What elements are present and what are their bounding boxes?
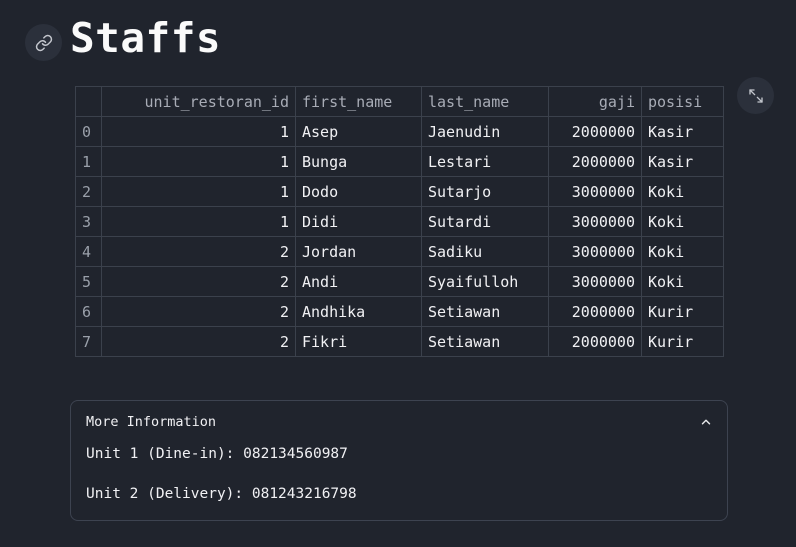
first-name-cell[interactable]: Andi	[295, 266, 422, 297]
posisi-cell[interactable]: Koki	[641, 206, 724, 237]
table-row: 2 1 Dodo Sutarjo 3000000 Koki	[75, 176, 724, 207]
gaji-cell[interactable]: 3000000	[548, 266, 642, 297]
last-name-cell[interactable]: Sutardi	[421, 206, 549, 237]
table-row: 6 2 Andhika Setiawan 2000000 Kurir	[75, 296, 724, 327]
expander-label: More Information	[86, 414, 217, 430]
more-information-expander: More Information Unit 1 (Dine-in): 08213…	[70, 400, 728, 521]
first-name-cell[interactable]: Bunga	[295, 146, 422, 177]
unit-restoran-id-cell[interactable]: 2	[101, 266, 296, 297]
last-name-cell[interactable]: Syaifulloh	[421, 266, 549, 297]
posisi-cell[interactable]: Koki	[641, 236, 724, 267]
first-name-cell[interactable]: Asep	[295, 116, 422, 147]
unit-restoran-id-cell[interactable]: 1	[101, 206, 296, 237]
table-row: 1 1 Bunga Lestari 2000000 Kasir	[75, 146, 724, 177]
posisi-cell[interactable]: Kasir	[641, 146, 724, 177]
gaji-cell[interactable]: 2000000	[548, 116, 642, 147]
expander-header[interactable]: More Information	[71, 401, 727, 445]
first-name-cell[interactable]: Didi	[295, 206, 422, 237]
column-header-gaji[interactable]: gaji	[548, 86, 642, 117]
table-row: 7 2 Fikri Setiawan 2000000 Kurir	[75, 326, 724, 357]
gaji-cell[interactable]: 2000000	[548, 146, 642, 177]
posisi-cell[interactable]: Kurir	[641, 326, 724, 357]
row-index-cell[interactable]: 5	[75, 266, 102, 297]
column-header-index[interactable]	[75, 86, 102, 117]
unit-restoran-id-cell[interactable]: 2	[101, 326, 296, 357]
column-header-unit-restoran-id[interactable]: unit_restoran_id	[101, 86, 296, 117]
row-index-cell[interactable]: 6	[75, 296, 102, 327]
fullscreen-button[interactable]	[737, 77, 774, 114]
first-name-cell[interactable]: Fikri	[295, 326, 422, 357]
posisi-cell[interactable]: Kasir	[641, 116, 724, 147]
header-anchor-link[interactable]	[25, 24, 62, 61]
staffs-table[interactable]: unit_restoran_id first_name last_name ga…	[75, 86, 724, 357]
last-name-cell[interactable]: Jaenudin	[421, 116, 549, 147]
table-row: 0 1 Asep Jaenudin 2000000 Kasir	[75, 116, 724, 147]
unit-restoran-id-cell[interactable]: 1	[101, 176, 296, 207]
row-index-cell[interactable]: 2	[75, 176, 102, 207]
column-header-posisi[interactable]: posisi	[641, 86, 724, 117]
table-header-row: unit_restoran_id first_name last_name ga…	[75, 86, 724, 117]
last-name-cell[interactable]: Setiawan	[421, 326, 549, 357]
gaji-cell[interactable]: 2000000	[548, 296, 642, 327]
chevron-up-icon	[701, 419, 711, 425]
first-name-cell[interactable]: Andhika	[295, 296, 422, 327]
unit-1-contact-text: Unit 1 (Dine-in): 082134560987	[86, 446, 348, 462]
row-index-cell[interactable]: 3	[75, 206, 102, 237]
row-index-cell[interactable]: 4	[75, 236, 102, 267]
table-row: 4 2 Jordan Sadiku 3000000 Koki	[75, 236, 724, 267]
unit-restoran-id-cell[interactable]: 2	[101, 296, 296, 327]
unit-2-contact-text: Unit 2 (Delivery): 081243216798	[86, 486, 357, 502]
unit-restoran-id-cell[interactable]: 1	[101, 116, 296, 147]
link-icon	[35, 34, 52, 51]
posisi-cell[interactable]: Koki	[641, 176, 724, 207]
first-name-cell[interactable]: Dodo	[295, 176, 422, 207]
gaji-cell[interactable]: 3000000	[548, 206, 642, 237]
unit-restoran-id-cell[interactable]: 2	[101, 236, 296, 267]
row-index-cell[interactable]: 0	[75, 116, 102, 147]
first-name-cell[interactable]: Jordan	[295, 236, 422, 267]
page-title: Staffs	[70, 14, 222, 62]
table-row: 3 1 Didi Sutardi 3000000 Koki	[75, 206, 724, 237]
column-header-first-name[interactable]: first_name	[295, 86, 422, 117]
last-name-cell[interactable]: Sutarjo	[421, 176, 549, 207]
column-header-last-name[interactable]: last_name	[421, 86, 549, 117]
posisi-cell[interactable]: Kurir	[641, 296, 724, 327]
gaji-cell[interactable]: 3000000	[548, 176, 642, 207]
posisi-cell[interactable]: Koki	[641, 266, 724, 297]
last-name-cell[interactable]: Setiawan	[421, 296, 549, 327]
gaji-cell[interactable]: 2000000	[548, 326, 642, 357]
table-row: 5 2 Andi Syaifulloh 3000000 Koki	[75, 266, 724, 297]
last-name-cell[interactable]: Lestari	[421, 146, 549, 177]
row-index-cell[interactable]: 7	[75, 326, 102, 357]
unit-restoran-id-cell[interactable]: 1	[101, 146, 296, 177]
gaji-cell[interactable]: 3000000	[548, 236, 642, 267]
expand-icon	[748, 88, 763, 103]
last-name-cell[interactable]: Sadiku	[421, 236, 549, 267]
row-index-cell[interactable]: 1	[75, 146, 102, 177]
